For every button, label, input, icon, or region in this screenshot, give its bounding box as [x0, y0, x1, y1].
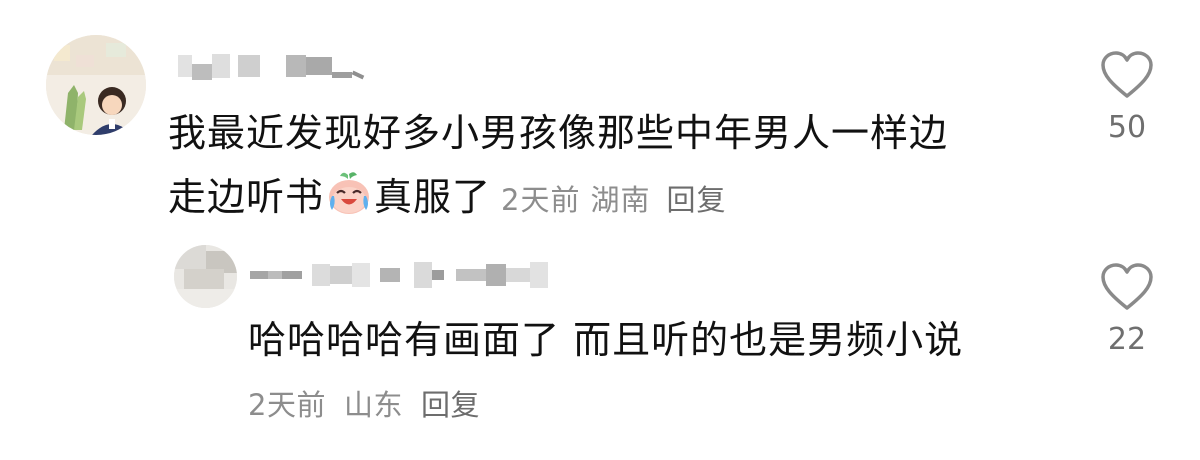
comment-text: 哈哈哈哈有画面了 而且听的也是男频小说 [248, 318, 964, 362]
like-count: 50 [1107, 110, 1147, 145]
comment-text-line: 走边听书 真服了 2天前 湖南 回复 [168, 165, 1048, 232]
comment-meta: 2天前 山东 回复 [248, 382, 498, 424]
crying-laughing-emoji-icon [326, 170, 372, 216]
avatar[interactable] [174, 245, 237, 308]
username-blurred[interactable] [178, 52, 365, 80]
heart-outline-icon [1101, 263, 1153, 310]
reply-button[interactable]: 回复 [421, 388, 480, 422]
heart-outline-icon [1101, 51, 1153, 98]
avatar-illustration-icon [46, 35, 146, 135]
avatar[interactable] [46, 35, 146, 135]
reply-button[interactable]: 回复 [667, 183, 727, 217]
comment-meta: 2天前 湖南 回复 [491, 183, 726, 217]
comment-location: 湖南 [590, 183, 651, 217]
avatar-blurred-icon [174, 245, 237, 308]
comment-time: 2天前 [501, 183, 581, 217]
comment-location: 山东 [343, 388, 403, 422]
comment-text-line: 我最近发现好多小男孩像那些中年男人一样边 [168, 111, 949, 155]
comment-text-segment: 走边听书 [168, 175, 325, 219]
username-blurred[interactable] [250, 262, 548, 288]
like-button[interactable]: 50 [1087, 50, 1167, 145]
like-button[interactable]: 22 [1087, 262, 1167, 357]
like-count: 22 [1107, 322, 1147, 357]
comment-text-segment: 真服了 [374, 175, 492, 219]
comment-text: 我最近发现好多小男孩像那些中年男人一样边 走边听书 真服了 2天前 湖南 回复 [168, 101, 1048, 232]
comment-time: 2天前 [248, 388, 326, 422]
